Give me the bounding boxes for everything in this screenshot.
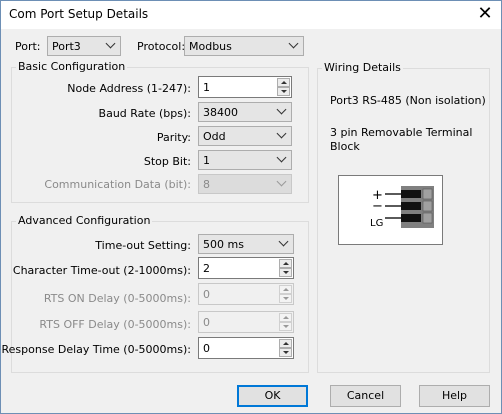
title-bar: Com Port Setup Details ✕ [1,1,501,29]
wiring-port-description: Port3 RS-485 (Non isolation) [330,94,486,107]
character-timeout-spinner[interactable]: 2 [198,257,294,279]
chevron-down-icon [105,38,116,49]
spin-down-icon [279,322,292,331]
character-timeout-label: Character Time-out (2-1000ms): [12,264,191,277]
node-address-spinner[interactable]: 1 [198,76,292,98]
port-select[interactable]: Port3 [47,36,121,56]
cancel-button[interactable]: Cancel [330,385,401,407]
stop-bit-label: Stop Bit: [143,155,191,168]
spin-up-icon [279,313,292,322]
response-delay-label: Response Delay Time (0-5000ms): [1,343,191,356]
spinner-buttons [279,313,292,331]
communication-data-value: 8 [203,178,210,191]
stop-bit-value: 1 [203,154,210,167]
chevron-down-icon [278,236,289,247]
spin-up-icon[interactable] [279,339,292,348]
node-address-label: Node Address (1-247): [67,82,191,95]
parity-value: Odd [203,130,226,143]
rts-off-delay-value: 0 [203,316,210,329]
communication-data-label: Communication Data (bit): [44,178,191,191]
chevron-down-icon [276,152,287,163]
com-port-setup-dialog: Com Port Setup Details ✕ Port: Port3 Pro… [0,0,502,414]
timeout-setting-value: 500 ms [203,238,244,251]
wiring-details-title: Wiring Details [322,61,403,74]
port-select-value: Port3 [52,40,81,53]
communication-data-select: 8 [198,174,292,194]
spinner-buttons [279,339,292,357]
pin-minus-label: − [372,199,383,214]
basic-configuration-title: Basic Configuration [16,60,128,73]
chevron-down-icon [276,104,287,115]
node-address-value: 1 [203,81,210,94]
rts-on-delay-value: 0 [203,288,210,301]
spin-up-icon [279,285,292,294]
spinner-buttons [277,78,290,96]
stop-bit-select[interactable]: 1 [198,150,292,170]
pin-lg-label: LG [370,218,383,229]
advanced-configuration-title: Advanced Configuration [16,214,153,227]
spin-up-icon[interactable] [277,78,290,87]
spin-down-icon[interactable] [277,87,290,96]
terminal-block-diagram: + − LG [338,175,443,245]
protocol-select[interactable]: Modbus [184,36,304,56]
baud-rate-label: Baud Rate (bps): [98,107,191,120]
help-button[interactable]: Help [419,385,490,407]
spinner-buttons [279,259,292,277]
spin-up-icon[interactable] [279,259,292,268]
chevron-down-icon [288,38,299,49]
parity-label: Parity: [156,131,191,144]
protocol-select-value: Modbus [189,40,232,53]
wiring-terminal-description: 3 pin Removable Terminal [330,126,473,139]
window-title: Com Port Setup Details [9,7,149,21]
timeout-setting-select[interactable]: 500 ms [198,234,294,254]
rts-on-delay-label: RTS ON Delay (0-5000ms): [43,292,191,305]
parity-select[interactable]: Odd [198,126,292,146]
close-icon[interactable]: ✕ [473,3,497,25]
spin-down-icon[interactable] [279,268,292,277]
rts-on-delay-spinner: 0 [198,283,294,305]
baud-rate-select[interactable]: 38400 [198,102,292,122]
chevron-down-icon [276,176,287,187]
response-delay-spinner[interactable]: 0 [198,337,294,359]
ok-button[interactable]: OK [237,385,308,407]
spin-down-icon [279,294,292,303]
timeout-setting-label: Time-out Setting: [95,239,191,252]
baud-rate-value: 38400 [203,106,238,119]
wiring-terminal-description-cont: Block [330,140,360,153]
response-delay-value: 0 [203,342,210,355]
character-timeout-value: 2 [203,262,210,275]
chevron-down-icon [276,128,287,139]
port-label: Port: [15,40,41,53]
protocol-label: Protocol: [137,40,186,53]
spin-down-icon[interactable] [279,348,292,357]
rts-off-delay-spinner: 0 [198,311,294,333]
spinner-buttons [279,285,292,303]
terminal-block-icon: + − LG [370,186,434,229]
rts-off-delay-label: RTS OFF Delay (0-5000ms): [39,318,191,331]
